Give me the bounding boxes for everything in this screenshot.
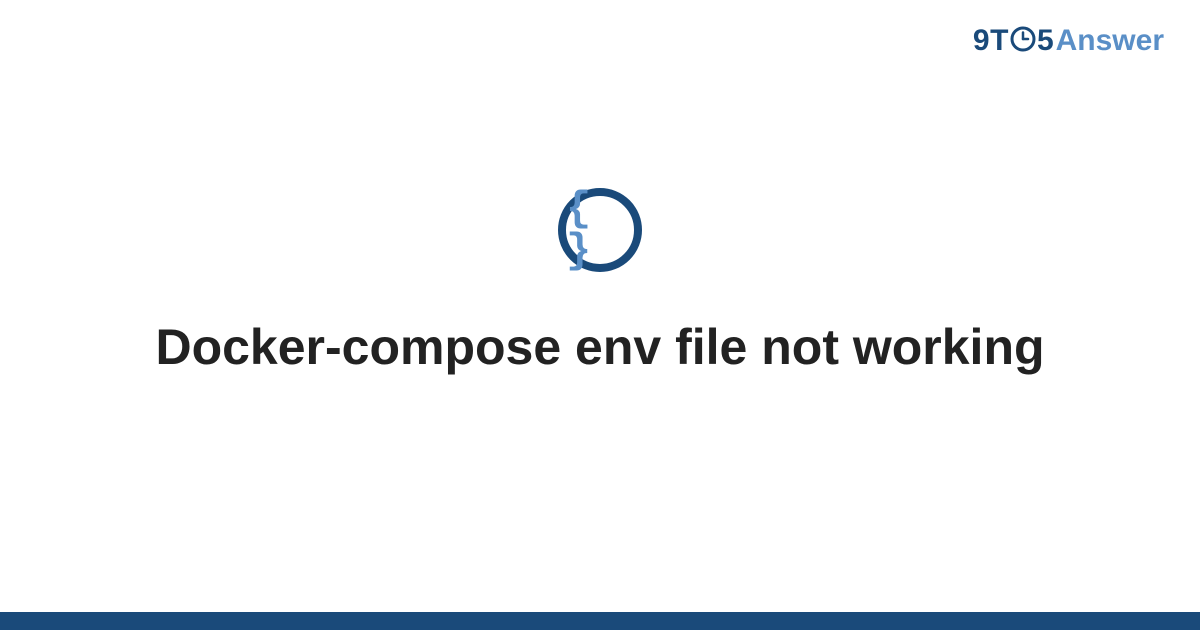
braces-glyph: { } (566, 188, 634, 272)
page-title: Docker-compose env file not working (155, 314, 1044, 382)
main-content: { } Docker-compose env file not working (0, 0, 1200, 630)
footer-accent-bar (0, 612, 1200, 630)
code-braces-icon: { } (558, 188, 642, 272)
topic-icon-wrapper: { } (558, 188, 642, 272)
